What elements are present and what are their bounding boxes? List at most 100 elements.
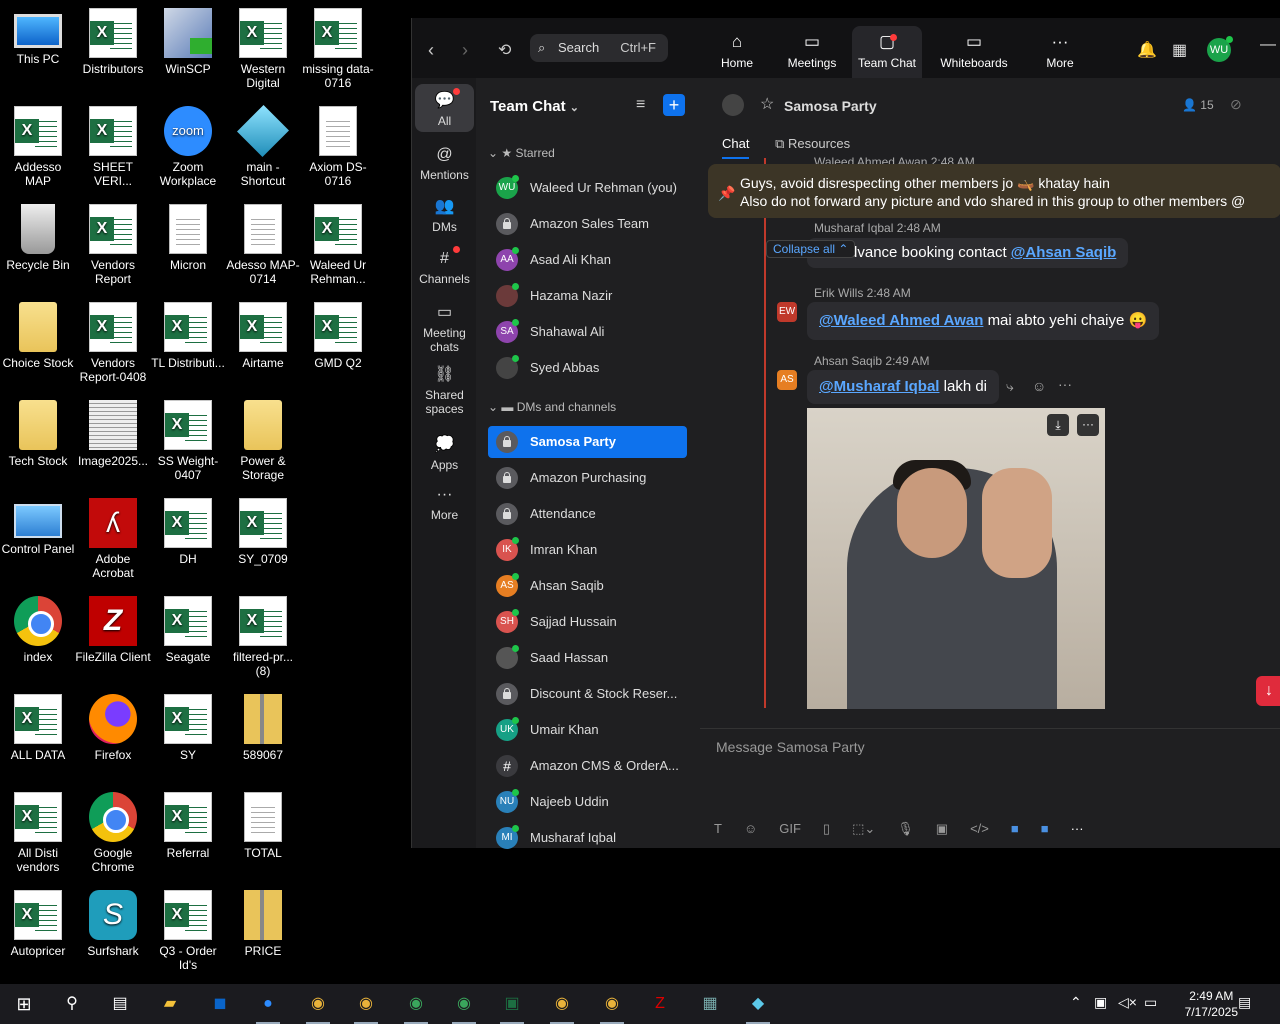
list-item[interactable]: Amazon Purchasing	[488, 462, 687, 494]
desktop-icon[interactable]: X SS Weight-0407	[150, 392, 226, 482]
calculator-icon[interactable]: ▦	[688, 988, 732, 1020]
more-options-icon[interactable]: ···	[1058, 376, 1072, 392]
list-item[interactable]: Samosa Party	[488, 426, 687, 458]
video-off-icon[interactable]: ⊘	[1230, 96, 1242, 113]
new-chat-button[interactable]: +	[663, 94, 685, 116]
format-icon[interactable]: T	[714, 821, 722, 836]
tray-chevron-icon[interactable]: ⌃	[1070, 994, 1082, 1011]
network-icon[interactable]: ▭	[1144, 994, 1157, 1011]
desktop-icon[interactable]: X Airtame	[225, 294, 301, 370]
collapse-all-button[interactable]: Collapse all ⌃	[766, 240, 856, 258]
desktop-icon[interactable]: X Seagate	[150, 588, 226, 664]
desktop-icon[interactable]: X Western Digital	[225, 0, 301, 90]
desktop-icon[interactable]: X DH	[150, 490, 226, 566]
desktop-icon[interactable]: TOTAL	[225, 784, 301, 860]
section-starred[interactable]: ⌄ ★ Starred	[488, 146, 555, 160]
search-bar[interactable]: ⌕ Search Ctrl+F	[530, 34, 668, 62]
channel-list-title[interactable]: Team Chat ⌄	[490, 98, 579, 115]
zoom-taskbar-icon[interactable]: ●	[246, 988, 290, 1024]
mention-link[interactable]: @Musharaf Iqbal	[819, 378, 939, 395]
minimize-icon[interactable]: —	[1260, 36, 1276, 54]
desktop-icon[interactable]: X TL Distributi...	[150, 294, 226, 370]
emoji-react-icon[interactable]: ☺	[1032, 378, 1046, 394]
app-icon[interactable]: ■	[1011, 821, 1019, 836]
desktop-icon[interactable]: X Autopricer	[0, 882, 76, 958]
desktop-icon[interactable]: Xfiltered-pr... (8)	[225, 588, 301, 678]
composer-placeholder[interactable]: Message Samosa Party	[716, 739, 865, 755]
list-item[interactable]: Attendance	[488, 498, 687, 530]
excel-icon[interactable]: ▣	[490, 988, 534, 1024]
desktop-icon[interactable]: X Waleed Ur Rehman...	[300, 196, 376, 286]
desktop-icon[interactable]: X Distributors	[75, 0, 151, 76]
tab-meetings[interactable]: ▭ Meetings	[777, 26, 847, 78]
rail-item-channels[interactable]: # Channels	[415, 242, 474, 288]
star-icon[interactable]: ☆	[760, 94, 774, 114]
desktop-icon[interactable]: Power & Storage	[225, 392, 301, 482]
desktop-icon[interactable]: X Vendors Report-0408	[75, 294, 151, 384]
list-item[interactable]: WU Waleed Ur Rehman (you)	[488, 172, 687, 204]
desktop-icon[interactable]: S Surfshark	[75, 882, 151, 958]
filter-icon[interactable]: ≡	[636, 96, 645, 114]
volume-icon[interactable]: ◁×	[1118, 994, 1137, 1011]
tab-resources[interactable]: ⧉ Resources	[775, 136, 850, 151]
code-icon[interactable]: </>	[970, 821, 989, 836]
desktop-icon[interactable]: 589067	[225, 686, 301, 762]
chrome-icon[interactable]: ◉	[296, 988, 340, 1024]
list-item[interactable]: AA Asad Ali Khan	[488, 244, 687, 276]
outlook-icon[interactable]: ◼	[198, 988, 242, 1020]
desktop-icon[interactable]: Tech Stock	[0, 392, 76, 468]
gif-icon[interactable]: GIF	[779, 821, 801, 836]
desktop-icon[interactable]: Xmissing data-0716	[300, 0, 376, 90]
search-icon[interactable]: ⚲	[50, 988, 94, 1020]
rail-item-more[interactable]: ··· More	[415, 478, 474, 524]
list-item[interactable]: UK Umair Khan	[488, 714, 687, 746]
desktop-icon[interactable]: Axiom DS-0716	[300, 98, 376, 188]
forward-icon[interactable]: ›	[462, 40, 468, 61]
desktop-icon[interactable]: WinSCP	[150, 0, 226, 76]
desktop-icon[interactable]: X SY_0709	[225, 490, 301, 566]
rail-item-all[interactable]: 💬 All	[415, 84, 474, 132]
list-item[interactable]: Amazon Sales Team	[488, 208, 687, 240]
scroll-down-icon[interactable]: ↓	[1256, 676, 1280, 706]
mention-link[interactable]: @Waleed Ahmed Awan	[819, 312, 983, 329]
clock[interactable]: 2:49 AM 7/17/2025	[1185, 988, 1238, 1020]
desktop-icon[interactable]: zoom Zoom Workplace	[150, 98, 226, 188]
desktop-icon[interactable]: This PC	[0, 0, 76, 66]
desktop-icon[interactable]: X Q3 - Order Id's	[150, 882, 226, 972]
desktop-icon[interactable]: Micron	[150, 196, 226, 272]
message-bubble-3[interactable]: @Musharaf Iqbal lakh di	[807, 370, 1000, 404]
windows-start-icon[interactable]: ⊞	[2, 988, 46, 1020]
desktop-icon[interactable]: Choice Stock	[0, 294, 76, 370]
message-bubble-2[interactable]: @Waleed Ahmed Awan mai abto yehi chaiye …	[807, 302, 1160, 340]
chrome-profile-4-icon[interactable]: ◉	[442, 988, 486, 1024]
desktop-icon[interactable]: index	[0, 588, 76, 664]
bell-icon[interactable]: 🔔	[1137, 40, 1157, 60]
rail-item-apps[interactable]: 💭 Apps	[415, 428, 474, 474]
desktop-icon[interactable]: X SHEET VERI...	[75, 98, 151, 188]
tray-app-icon[interactable]: ▣	[1094, 994, 1107, 1011]
list-item[interactable]: Hazama Nazir	[488, 280, 687, 312]
rail-item-meeting-chats[interactable]: ▭ Meeting chats	[415, 296, 474, 354]
avatar[interactable]: EW	[777, 302, 797, 322]
list-item[interactable]: # Amazon CMS & OrderA...	[488, 750, 687, 782]
tab-more[interactable]: ··· More	[1025, 26, 1095, 78]
desktop-icon[interactable]: main - Shortcut	[225, 98, 301, 188]
rail-item-shared-spaces[interactable]: ⛓ Shared spaces	[415, 358, 474, 418]
desktop-icon[interactable]: ʎ Adobe Acrobat	[75, 490, 151, 580]
tab-team-chat[interactable]: ▢ Team Chat	[852, 26, 922, 78]
back-icon[interactable]: ‹	[428, 40, 434, 61]
member-count[interactable]: 👤 15	[1182, 98, 1214, 112]
desktop-icon[interactable]: Google Chrome	[75, 784, 151, 874]
desktop-icon[interactable]: Adesso MAP-0714	[225, 196, 301, 286]
desktop-icon[interactable]: X GMD Q2	[300, 294, 376, 370]
desktop-icon[interactable]: Firefox	[75, 686, 151, 762]
list-item[interactable]: SA Shahawal Ali	[488, 316, 687, 348]
history-icon[interactable]: ⟲	[498, 40, 511, 60]
photo-more-icon[interactable]: ···	[1077, 414, 1099, 436]
mention-link[interactable]: @Ahsan Saqib	[1011, 244, 1116, 261]
chrome-profile-5-icon[interactable]: ◉	[540, 988, 584, 1024]
desktop-icon[interactable]: Control Panel	[0, 490, 76, 556]
notifications-icon[interactable]: ▤	[1238, 994, 1251, 1011]
file-explorer-icon[interactable]: ▰	[148, 988, 192, 1020]
list-item[interactable]: Discount & Stock Reser...	[488, 678, 687, 710]
